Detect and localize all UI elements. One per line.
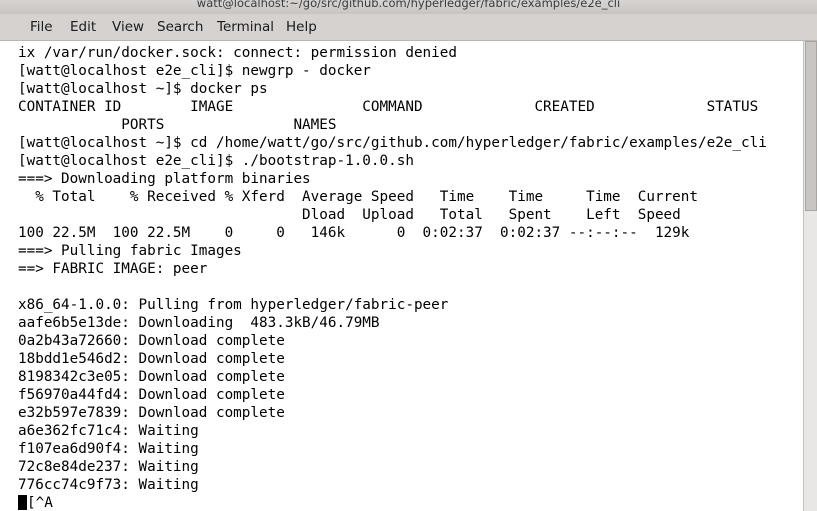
terminal-line: ==> FABRIC IMAGE: peer (18, 261, 208, 277)
terminal-line: f107ea6d90f4: Waiting (18, 441, 199, 457)
terminal-line: [watt@localhost e2e_cli]$ newgrp - docke… (18, 63, 371, 79)
terminal-line: 100 22.5M 100 22.5M 0 0 146k 0 0:02:37 0… (18, 225, 690, 241)
terminal-cursor-line: [^A (18, 494, 803, 511)
menu-item-search[interactable]: Search (151, 18, 209, 36)
terminal-line: f56970a44fd4: Download complete (18, 387, 285, 403)
terminal-text-buffer: ix /var/run/docker.sock: connect: permis… (0, 41, 803, 511)
terminal-output-area[interactable]: ix /var/run/docker.sock: connect: permis… (0, 41, 817, 511)
window-title: watt@localhost:~/go/src/github.com/hyper… (196, 0, 621, 10)
terminal-line: PORTS NAMES (18, 117, 337, 133)
terminal-line: a6e362fc71c4: Waiting (18, 423, 199, 439)
terminal-line: Dload Upload Total Spent Left Speed (18, 207, 681, 223)
menu-item-help[interactable]: Help (280, 18, 323, 36)
terminal-line: 72c8e84de237: Waiting (18, 459, 199, 475)
terminal-line: x86_64-1.0.0: Pulling from hyperledger/f… (18, 297, 449, 313)
terminal-window: watt@localhost:~/go/src/github.com/hyper… (0, 0, 817, 511)
window-titlebar: watt@localhost:~/go/src/github.com/hyper… (0, 0, 817, 14)
terminal-scrollbar[interactable] (803, 41, 817, 511)
terminal-line: aafe6b5e13de: Downloading 483.3kB/46.79M… (18, 315, 380, 331)
terminal-line: [watt@localhost ~]$ cd /home/watt/go/src… (18, 135, 767, 151)
terminal-line: ===> Pulling fabric Images (18, 243, 242, 259)
terminal-line: CONTAINER ID IMAGE COMMAND CREATED STATU… (18, 99, 759, 115)
terminal-line: 0a2b43a72660: Download complete (18, 333, 285, 349)
terminal-line: 776cc74c9f73: Waiting (18, 477, 199, 493)
terminal-prompt-suffix: [^A (27, 495, 53, 511)
menu-item-file[interactable]: File (24, 18, 59, 36)
terminal-line: % Total % Received % Xferd Average Speed… (18, 189, 698, 205)
terminal-line: [watt@localhost e2e_cli]$ ./bootstrap-1.… (18, 153, 414, 169)
menu-item-view[interactable]: View (106, 18, 150, 36)
terminal-line: 8198342c3e05: Download complete (18, 369, 285, 385)
menu-item-edit[interactable]: Edit (64, 18, 102, 36)
text-cursor (18, 495, 27, 510)
scrollbar-thumb[interactable] (805, 41, 817, 211)
terminal-line: 18bdd1e546d2: Download complete (18, 351, 285, 367)
menu-bar: File Edit View Search Terminal Help (0, 14, 817, 41)
terminal-line: [watt@localhost ~]$ docker ps (18, 81, 268, 97)
terminal-line: ===> Downloading platform binaries (18, 171, 311, 187)
terminal-line: ix /var/run/docker.sock: connect: permis… (18, 45, 457, 61)
menu-item-terminal[interactable]: Terminal (211, 18, 280, 36)
terminal-line: e32b597e7839: Download complete (18, 405, 285, 421)
